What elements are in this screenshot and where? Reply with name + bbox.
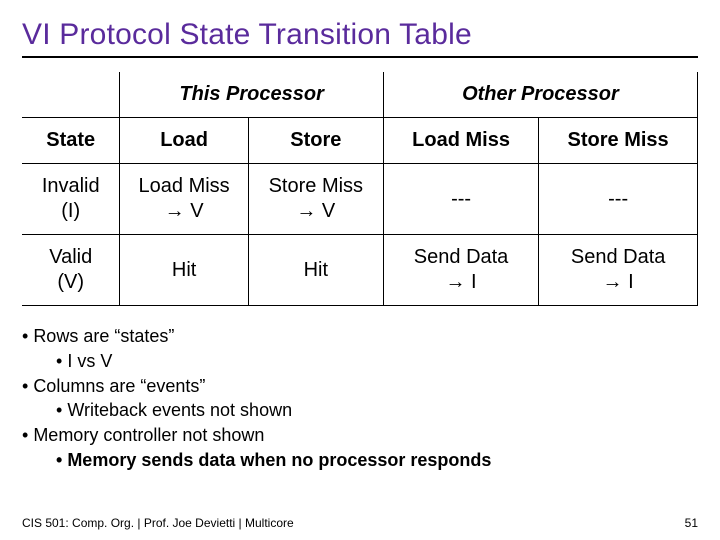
column-header-row: State Load Store Load Miss Store Miss	[22, 118, 698, 164]
group-this-processor: This Processor	[120, 72, 383, 118]
bullet: Memory controller not shown	[22, 423, 698, 448]
bullet-sub: Writeback events not shown	[22, 398, 698, 423]
col-load-miss: Load Miss	[383, 118, 538, 164]
transition-table: This Processor Other Processor State Loa…	[22, 72, 698, 306]
group-header-row: This Processor Other Processor	[22, 72, 698, 118]
bullet-list: Rows are “states” I vs V Columns are “ev…	[22, 324, 698, 473]
col-load: Load	[120, 118, 248, 164]
cell-invalid-load: Load Miss → V	[120, 164, 248, 235]
cell-text: Store Miss	[269, 175, 363, 197]
cell-text: (I)	[61, 200, 80, 222]
bullet: Columns are “events”	[22, 374, 698, 399]
cell-text: (V)	[57, 271, 84, 293]
cell-valid-other-load: Send Data → I	[383, 235, 538, 306]
row-invalid: Invalid (I) Load Miss → V Store Miss → V…	[22, 164, 698, 235]
cell-text: → I	[445, 271, 476, 293]
cell-state-valid: Valid (V)	[22, 235, 120, 306]
footer-left: CIS 501: Comp. Org. | Prof. Joe Devietti…	[22, 516, 294, 530]
bullet: Rows are “states”	[22, 324, 698, 349]
col-store: Store	[248, 118, 383, 164]
cell-state-invalid: Invalid (I)	[22, 164, 120, 235]
bullet-sub-bold: Memory sends data when no processor resp…	[22, 448, 698, 473]
col-store-miss: Store Miss	[539, 118, 698, 164]
title-underline	[22, 56, 698, 58]
cell-text: → V	[165, 200, 204, 222]
col-state: State	[22, 118, 120, 164]
cell-text: Invalid	[42, 175, 100, 197]
cell-invalid-store: Store Miss → V	[248, 164, 383, 235]
cell-text: Load Miss	[139, 175, 230, 197]
cell-text: → I	[603, 271, 634, 293]
cell-valid-load: Hit	[120, 235, 248, 306]
row-valid: Valid (V) Hit Hit Send Data → I Send Dat…	[22, 235, 698, 306]
cell-valid-store: Hit	[248, 235, 383, 306]
group-other-processor: Other Processor	[383, 72, 697, 118]
slide: VI Protocol State Transition Table This …	[0, 0, 720, 540]
cell-valid-other-store: Send Data → I	[539, 235, 698, 306]
cell-invalid-other-load: ---	[383, 164, 538, 235]
cell-invalid-other-store: ---	[539, 164, 698, 235]
cell-text: Send Data	[571, 246, 666, 268]
bullet-sub: I vs V	[22, 349, 698, 374]
footer: CIS 501: Comp. Org. | Prof. Joe Devietti…	[22, 516, 698, 530]
cell-text: Valid	[49, 246, 92, 268]
corner-cell	[22, 72, 120, 118]
page-number: 51	[685, 516, 698, 530]
cell-text: Send Data	[414, 246, 509, 268]
slide-title: VI Protocol State Transition Table	[22, 18, 698, 52]
cell-text: → V	[296, 200, 335, 222]
